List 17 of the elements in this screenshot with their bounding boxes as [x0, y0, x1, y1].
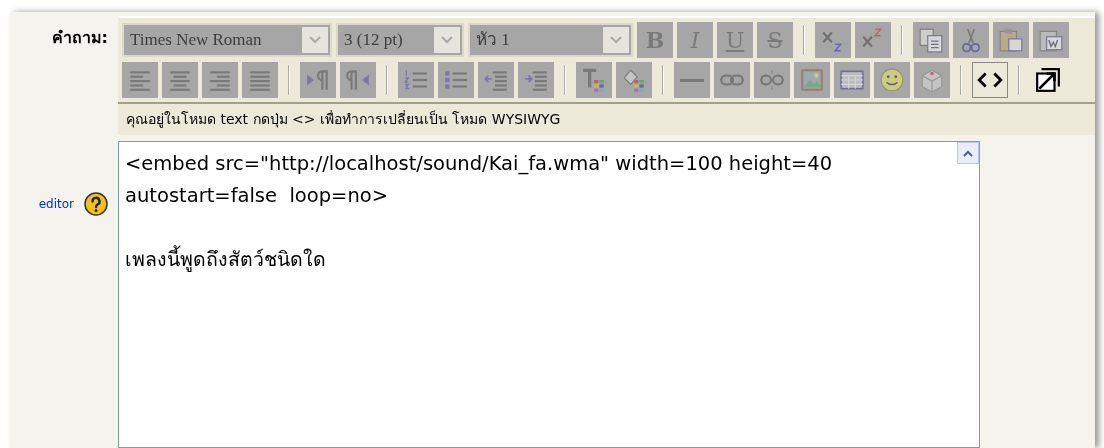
- help-icon[interactable]: [84, 192, 108, 216]
- cube-icon: [919, 67, 945, 93]
- fullscreen-icon: [1035, 67, 1061, 93]
- smiley-icon: [879, 67, 905, 93]
- copy-icon: [918, 27, 944, 53]
- html-source-field[interactable]: <embed src="http://localhost/sound/Kai_fa.wma" width=100 height=40 autostart=false loop=no> เพลงนี้พูดถึงสัตว์ชนิดใด: [118, 141, 980, 448]
- paragraph-arrow-icon: [305, 67, 331, 93]
- paragraph-arrow-icon: [345, 67, 371, 93]
- text-color-icon: [581, 67, 607, 93]
- question-label: คำถาม:: [51, 27, 108, 49]
- status-message: คุณอยู่ในโหมด text กดปุ่ม <> เพื่อทำการเปลี่ยนเป็น โหมด WYSIWYG: [118, 102, 1095, 135]
- picture-icon: [799, 67, 825, 93]
- horizontal-rule-icon: [680, 78, 704, 82]
- broken-link-icon: [759, 67, 785, 93]
- editor-help-link[interactable]: editor: [38, 195, 74, 213]
- code-brackets-button[interactable]: [972, 62, 1008, 98]
- clipboard-icon: [998, 27, 1024, 53]
